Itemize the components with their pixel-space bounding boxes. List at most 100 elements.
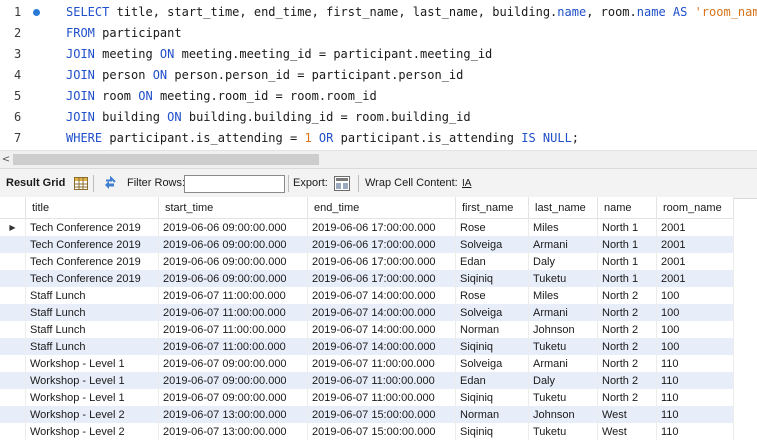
cell-first-name[interactable]: Norman [455,321,529,338]
row-marker-cell[interactable] [0,355,26,372]
cell-title[interactable]: Workshop - Level 2 [25,423,159,440]
column-header-first-name[interactable]: first_name [455,197,529,219]
editor-horizontal-scrollbar[interactable]: < [0,150,757,168]
code-line[interactable]: 5 JOIN room ON meeting.room_id = room.roo… [0,86,757,107]
cell-end-time[interactable]: 2019-06-07 11:00:00.000 [307,389,456,406]
cell-first-name[interactable]: Solveiga [455,355,529,372]
row-marker-cell[interactable] [0,338,26,355]
code-line[interactable]: 1 SELECT title, start_time, end_time, fir… [0,2,757,23]
cell-last-name[interactable]: Armani [528,236,598,253]
cell-name[interactable]: North 2 [597,338,657,355]
row-marker-cell[interactable] [0,270,26,287]
cell-name[interactable]: North 2 [597,372,657,389]
table-row[interactable]: Staff Lunch 2019-06-07 11:00:00.000 2019-0… [0,321,734,338]
column-header-room-name[interactable]: room_name [656,197,734,219]
cell-first-name[interactable]: Norman [455,406,529,423]
cell-first-name[interactable]: Siqiniq [455,338,529,355]
cell-title[interactable]: Workshop - Level 1 [25,389,159,406]
table-row[interactable]: ▶ Tech Conference 2019 2019-06-06 09:00:00… [0,218,734,236]
cell-name[interactable]: North 1 [597,253,657,270]
cell-name[interactable]: North 2 [597,355,657,372]
cell-title[interactable]: Workshop - Level 1 [25,355,159,372]
table-row[interactable]: Staff Lunch 2019-06-07 11:00:00.000 2019-0… [0,338,734,355]
cell-last-name[interactable]: Miles [528,287,598,304]
column-header-start-time[interactable]: start_time [158,197,308,219]
cell-name[interactable]: West [597,406,657,423]
cell-room-name[interactable]: 110 [656,389,734,406]
column-header-end-time[interactable]: end_time [307,197,456,219]
row-marker-cell[interactable] [0,253,26,270]
row-marker-cell[interactable] [0,304,26,321]
cell-last-name[interactable]: Tuketu [528,423,598,440]
cell-name[interactable]: North 2 [597,389,657,406]
cell-start-time[interactable]: 2019-06-06 09:00:00.000 [158,270,308,287]
code-line[interactable]: 4 JOIN person ON person.person_id = parti… [0,65,757,86]
cell-start-time[interactable]: 2019-06-07 11:00:00.000 [158,338,308,355]
cell-room-name[interactable]: 2001 [656,236,734,253]
table-row[interactable]: Tech Conference 2019 2019-06-06 09:00:00.… [0,253,734,270]
table-row[interactable]: Staff Lunch 2019-06-07 11:00:00.000 2019-0… [0,304,734,321]
current-row-marker-icon[interactable]: ▶ [0,218,26,236]
cell-title[interactable]: Tech Conference 2019 [25,218,159,236]
cell-start-time[interactable]: 2019-06-06 09:00:00.000 [158,218,308,236]
cell-room-name[interactable]: 2001 [656,218,734,236]
cell-first-name[interactable]: Siqiniq [455,389,529,406]
cell-room-name[interactable]: 100 [656,321,734,338]
cell-end-time[interactable]: 2019-06-07 14:00:00.000 [307,321,456,338]
cell-last-name[interactable]: Johnson [528,321,598,338]
cell-first-name[interactable]: Solveiga [455,304,529,321]
cell-title[interactable]: Tech Conference 2019 [25,253,159,270]
cell-last-name[interactable]: Tuketu [528,270,598,287]
cell-room-name[interactable]: 110 [656,372,734,389]
cell-title[interactable]: Tech Conference 2019 [25,270,159,287]
cell-end-time[interactable]: 2019-06-07 11:00:00.000 [307,355,456,372]
cell-start-time[interactable]: 2019-06-06 09:00:00.000 [158,253,308,270]
cell-end-time[interactable]: 2019-06-06 17:00:00.000 [307,253,456,270]
row-marker-cell[interactable] [0,389,26,406]
cell-name[interactable]: North 2 [597,321,657,338]
cell-end-time[interactable]: 2019-06-06 17:00:00.000 [307,270,456,287]
cell-room-name[interactable]: 110 [656,406,734,423]
sql-editor[interactable]: 1 SELECT title, start_time, end_time, fir… [0,0,757,150]
row-marker-cell[interactable] [0,287,26,304]
cell-name[interactable]: North 2 [597,304,657,321]
cell-last-name[interactable]: Miles [528,218,598,236]
cell-name[interactable]: North 1 [597,218,657,236]
cell-start-time[interactable]: 2019-06-07 13:00:00.000 [158,423,308,440]
cell-first-name[interactable]: Edan [455,253,529,270]
cell-end-time[interactable]: 2019-06-06 17:00:00.000 [307,236,456,253]
result-grid[interactable]: title start_time end_time first_name las… [0,197,757,445]
cell-first-name[interactable]: Rose [455,287,529,304]
column-header-name[interactable]: name [597,197,657,219]
cell-title[interactable]: Workshop - Level 2 [25,406,159,423]
cell-first-name[interactable]: Siqiniq [455,423,529,440]
cell-first-name[interactable]: Edan [455,372,529,389]
cell-end-time[interactable]: 2019-06-06 17:00:00.000 [307,218,456,236]
cell-end-time[interactable]: 2019-06-07 14:00:00.000 [307,338,456,355]
table-row[interactable]: Workshop - Level 2 2019-06-07 13:00:00.00… [0,423,734,440]
row-marker-cell[interactable] [0,236,26,253]
cell-start-time[interactable]: 2019-06-06 09:00:00.000 [158,236,308,253]
tab-result-grid[interactable]: Result Grid [6,169,65,198]
scroll-left-arrow-icon[interactable]: < [0,151,12,168]
cell-start-time[interactable]: 2019-06-07 13:00:00.000 [158,406,308,423]
table-row[interactable]: Staff Lunch 2019-06-07 11:00:00.000 2019-0… [0,287,734,304]
cell-last-name[interactable]: Daly [528,253,598,270]
cell-title[interactable]: Tech Conference 2019 [25,236,159,253]
table-row[interactable]: Workshop - Level 1 2019-06-07 09:00:00.00… [0,355,734,372]
code-line[interactable]: 3 JOIN meeting ON meeting.meeting_id = pa… [0,44,757,65]
cell-last-name[interactable]: Armani [528,304,598,321]
table-row[interactable]: Tech Conference 2019 2019-06-06 09:00:00.… [0,236,734,253]
code-line[interactable]: 7 WHERE participant.is_attending = 1 OR p… [0,128,757,149]
cell-room-name[interactable]: 2001 [656,253,734,270]
cell-start-time[interactable]: 2019-06-07 11:00:00.000 [158,287,308,304]
cell-room-name[interactable]: 2001 [656,270,734,287]
cell-title[interactable]: Staff Lunch [25,321,159,338]
cell-end-time[interactable]: 2019-06-07 14:00:00.000 [307,304,456,321]
cell-name[interactable]: West [597,423,657,440]
cell-room-name[interactable]: 110 [656,355,734,372]
cell-name[interactable]: North 1 [597,270,657,287]
row-marker-cell[interactable] [0,423,26,440]
cell-start-time[interactable]: 2019-06-07 11:00:00.000 [158,321,308,338]
cell-room-name[interactable]: 100 [656,338,734,355]
